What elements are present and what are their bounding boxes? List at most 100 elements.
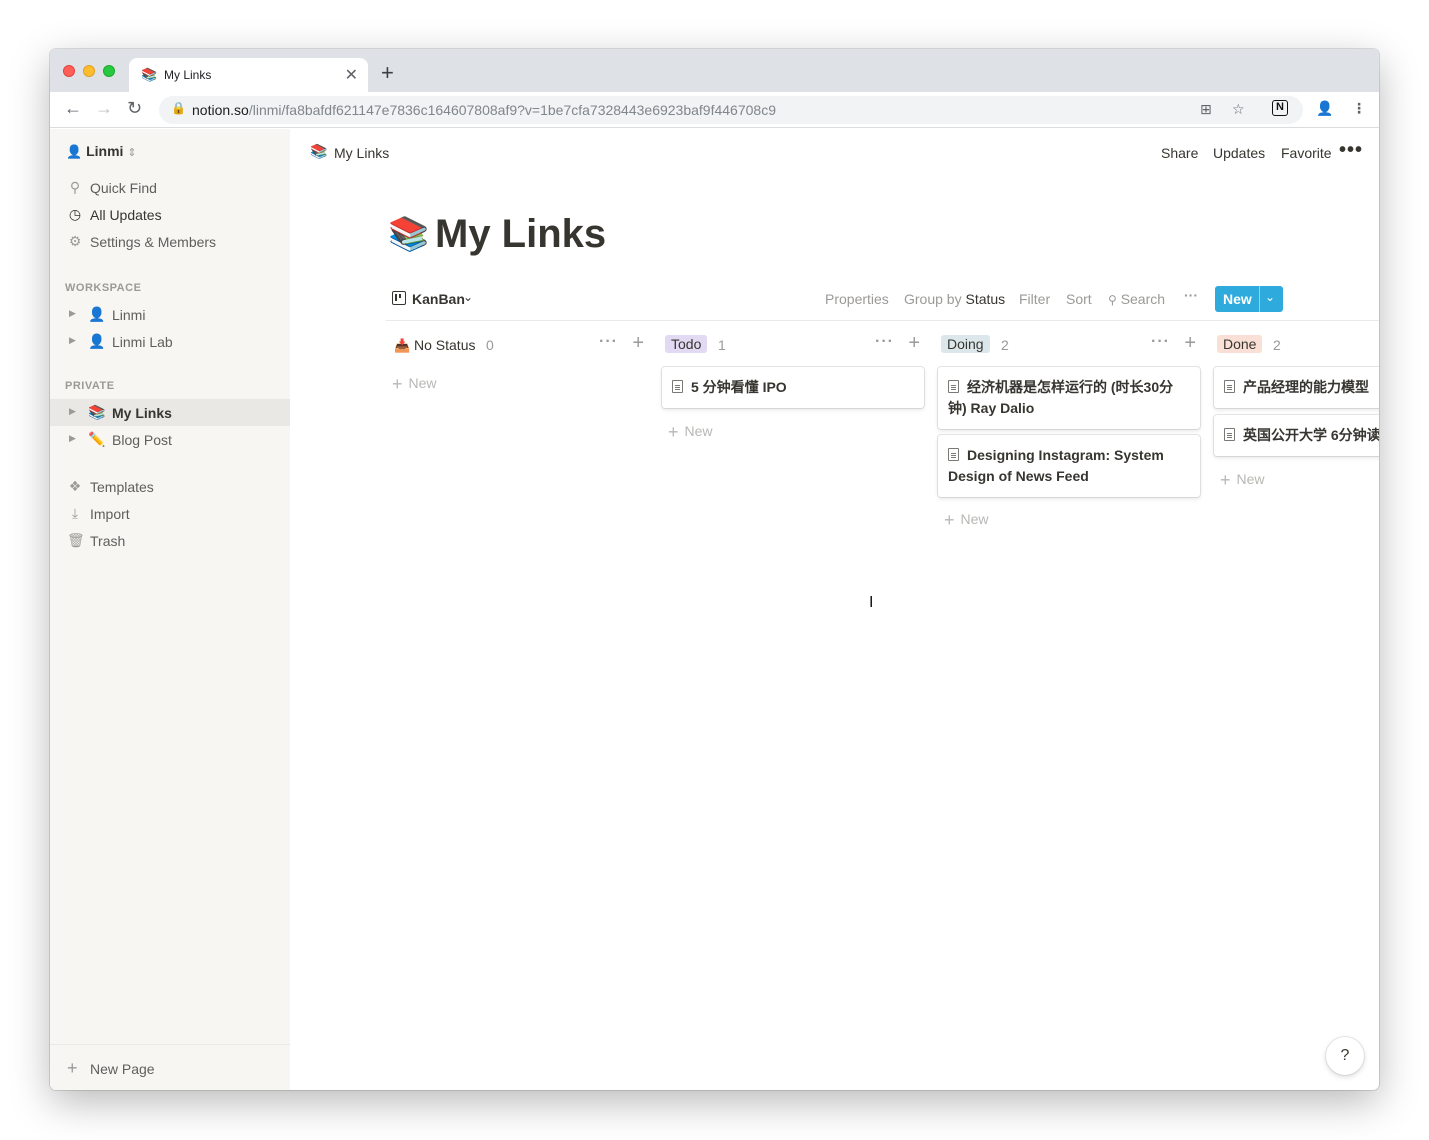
breadcrumb[interactable]: My Links — [334, 145, 389, 161]
browser-toolbar: ← → ↻ 🔒 notion.so/linmi/fa8bafdf621147e7… — [50, 92, 1379, 128]
trash-icon: 🗑 — [67, 532, 85, 548]
sidebar-item-label: Trash — [90, 533, 126, 549]
expand-triangle-icon[interactable]: ▶ — [69, 308, 76, 319]
column-header[interactable]: Done 2 — [1214, 331, 1379, 359]
sidebar-item-my-links[interactable]: ▶ 📚 My Links — [50, 399, 290, 426]
star-icon[interactable]: ☆ — [1232, 101, 1245, 118]
browser-tab[interactable]: 📚 My Links ✕ — [129, 58, 368, 92]
board-column-doing: Doing 2 ··· + 经济机器是怎样运行的 (时长30分钟) Ray Da… — [938, 331, 1200, 530]
favorite-button[interactable]: Favorite — [1281, 145, 1332, 161]
column-header[interactable]: 📥 No Status 0 ··· + — [386, 331, 648, 359]
sidebar-item-trash[interactable]: 🗑 Trash — [50, 527, 290, 554]
sidebar-item-label: Linmi — [112, 307, 146, 323]
pencil-icon: ✏️ — [88, 431, 106, 447]
sidebar-item-label: My Links — [112, 405, 172, 421]
page-icon — [1224, 428, 1235, 441]
filter-button[interactable]: Filter — [1019, 291, 1050, 307]
sidebar-item-blog-post[interactable]: ▶ ✏️ Blog Post — [50, 426, 290, 453]
books-icon: 📚 — [310, 143, 328, 159]
sidebar-item-label: All Updates — [90, 207, 162, 223]
plus-icon: + — [944, 510, 955, 530]
column-more-icon[interactable]: ··· — [1151, 333, 1170, 351]
back-arrow-icon[interactable]: ← — [64, 98, 82, 119]
reload-icon[interactable]: ↻ — [127, 98, 142, 119]
workspace-switcher[interactable]: 👤 Linmi ⇕ — [66, 143, 137, 160]
add-card-button[interactable]: + New — [1220, 470, 1265, 491]
board-card[interactable]: Designing Instagram: System Design of Ne… — [938, 435, 1200, 497]
column-add-icon[interactable]: + — [908, 332, 920, 355]
tab-title: My Links — [164, 68, 212, 82]
page-icon — [948, 448, 959, 461]
templates-icon: ❖ — [68, 478, 82, 494]
sidebar-item-import[interactable]: ⤓ Import — [50, 500, 290, 527]
sort-button[interactable]: Sort — [1066, 291, 1092, 307]
sidebar-item-linmi[interactable]: ▶ 👤 Linmi — [50, 301, 290, 328]
board-column-todo: Todo 1 ··· + 5 分钟看懂 IPO + New — [662, 331, 924, 442]
column-add-icon[interactable]: + — [1184, 332, 1196, 355]
search-button[interactable]: ⚲ Search — [1108, 291, 1165, 307]
add-card-label: New — [408, 375, 437, 391]
url-host: notion.so — [192, 102, 249, 118]
add-card-button[interactable]: + New — [668, 422, 713, 443]
column-count: 0 — [486, 337, 494, 353]
sidebar-item-linmi-lab[interactable]: ▶ 👤 Linmi Lab — [50, 328, 290, 355]
forward-arrow-icon[interactable]: → — [95, 98, 113, 119]
updates-button[interactable]: Updates — [1213, 145, 1265, 161]
board-card[interactable]: 产品经理的能力模型 — [1214, 367, 1379, 408]
add-card-button[interactable]: + New — [944, 510, 989, 531]
new-page-button[interactable]: + New Page — [50, 1044, 290, 1090]
page-icon[interactable]: 📚 — [388, 215, 429, 254]
close-tab-icon[interactable]: ✕ — [345, 65, 358, 85]
board-card[interactable]: 经济机器是怎样运行的 (时长30分钟) Ray Dalio — [938, 367, 1200, 429]
group-by-button[interactable]: Group by Status — [904, 291, 1005, 307]
sidebar-item-templates[interactable]: ❖ Templates — [50, 473, 290, 500]
notion-extension-icon[interactable]: N — [1272, 100, 1288, 116]
new-item-button[interactable]: New ⌄ — [1215, 286, 1283, 312]
column-add-icon[interactable]: + — [632, 332, 644, 355]
page-title[interactable]: My Links — [435, 212, 606, 257]
sidebar-item-quick-find[interactable]: ⚲ Quick Find — [50, 174, 290, 201]
sidebar-item-label: Templates — [90, 479, 154, 495]
expand-triangle-icon[interactable]: ▶ — [69, 433, 76, 444]
column-header[interactable]: Doing 2 ··· + — [938, 331, 1200, 359]
group-by-label: Group by — [904, 291, 962, 307]
minimize-window-button[interactable] — [83, 65, 95, 77]
sidebar-item-label: Quick Find — [90, 180, 157, 196]
chevron-down-icon[interactable]: ⌄ — [1265, 290, 1275, 304]
sidebar-item-all-updates[interactable]: ◷ All Updates — [50, 201, 290, 228]
profile-avatar-icon[interactable]: 👤 — [1316, 100, 1333, 117]
workspace-section-heading: WORKSPACE — [65, 282, 142, 294]
column-more-icon[interactable]: ··· — [599, 333, 618, 351]
column-header[interactable]: Todo 1 ··· + — [662, 331, 924, 359]
updown-caret-icon: ⇕ — [127, 147, 137, 159]
chevron-down-icon[interactable]: ⌄ — [463, 290, 473, 304]
new-tab-button[interactable]: + — [381, 60, 394, 86]
column-more-icon[interactable]: ··· — [875, 333, 894, 351]
zoom-window-button[interactable] — [103, 65, 115, 77]
card-title: Designing Instagram: System Design of Ne… — [948, 447, 1164, 484]
properties-button[interactable]: Properties — [825, 291, 889, 307]
button-divider — [1259, 286, 1260, 312]
board-card[interactable]: 英国公开大学 6分钟读 — [1214, 415, 1379, 456]
view-selector[interactable]: KanBan — [412, 291, 465, 307]
page-icon — [948, 380, 959, 393]
sidebar-item-settings[interactable]: ⚙ Settings & Members — [50, 228, 290, 255]
plus-icon: + — [67, 1058, 78, 1078]
share-button[interactable]: Share — [1161, 145, 1198, 161]
board-card[interactable]: 5 分钟看懂 IPO — [662, 367, 924, 408]
help-button[interactable]: ? — [1326, 1037, 1364, 1075]
board-view-icon — [392, 291, 406, 305]
expand-triangle-icon[interactable]: ▶ — [69, 406, 76, 417]
add-card-button[interactable]: + New — [392, 374, 437, 395]
address-bar[interactable]: 🔒 notion.so/linmi/fa8bafdf621147e7836c16… — [159, 96, 1303, 124]
translate-icon[interactable]: ⊞ — [1200, 101, 1212, 118]
column-count: 2 — [1273, 337, 1281, 353]
close-window-button[interactable] — [63, 65, 75, 77]
add-card-label: New — [684, 423, 713, 439]
plus-icon: + — [392, 374, 403, 394]
expand-triangle-icon[interactable]: ▶ — [69, 335, 76, 346]
more-options-icon[interactable]: ••• — [1339, 139, 1363, 162]
column-title: No Status — [414, 337, 476, 353]
more-options-icon[interactable]: ··· — [1184, 287, 1198, 303]
menu-dots-icon[interactable]: ⋮ — [1352, 100, 1366, 117]
